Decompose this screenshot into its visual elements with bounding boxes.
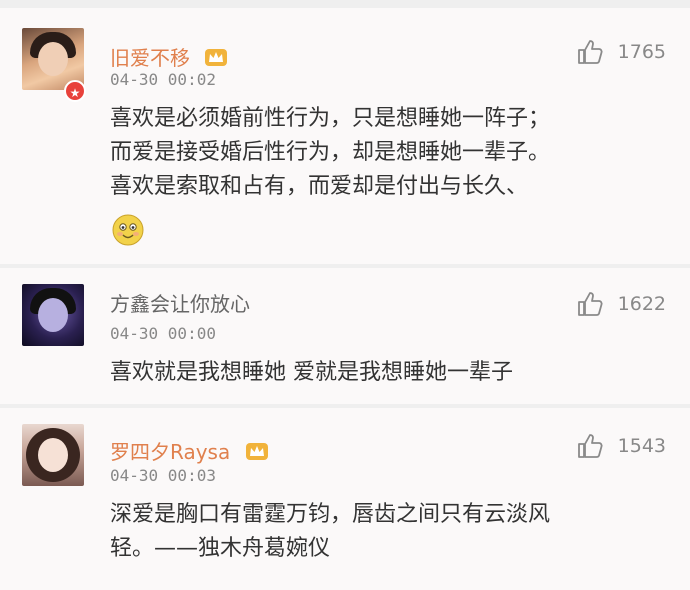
- comment-line: 喜欢就是我想睡她 爱就是我想睡她一辈子: [110, 360, 513, 385]
- comment-line: 喜欢是索取和占有，而爱却是付出与长久、: [110, 174, 529, 199]
- comment-line: 喜欢是必须婚前性行为，只是想睡她一阵子；: [110, 106, 551, 131]
- comment-line: 轻。——独木舟葛婉仪: [110, 536, 331, 561]
- comment-timestamp: 04-30 00:03: [110, 466, 216, 485]
- comment-timestamp: 04-30 00:00: [110, 324, 216, 343]
- comment-timestamp: 04-30 00:02: [110, 70, 216, 89]
- comment-feed: ★ 旧爱不移 04-30 00:02 1765 喜欢是必须婚前性行为，只是想睡她…: [0, 0, 690, 590]
- username-text[interactable]: 旧爱不移: [110, 46, 190, 70]
- comment-item: 方鑫会让你放心 04-30 00:00 1622 喜欢就是我想睡她 爱就是我想睡…: [0, 268, 690, 404]
- thumbs-up-icon: [577, 292, 603, 316]
- username[interactable]: 旧爱不移: [110, 42, 228, 71]
- comment-item: ★ 旧爱不移 04-30 00:02 1765 喜欢是必须婚前性行为，只是想睡她…: [0, 8, 690, 264]
- like-button[interactable]: 1543: [576, 432, 666, 460]
- like-count: 1543: [617, 435, 666, 457]
- username-text[interactable]: 方鑫会让你放心: [110, 292, 250, 316]
- avatar-face: [38, 438, 68, 472]
- avatar-face: [38, 42, 68, 76]
- comment-line: 而爱是接受婚后性行为，却是想睡她一辈子。: [110, 140, 551, 165]
- like-count: 1765: [617, 41, 666, 63]
- crown-icon: [205, 49, 228, 66]
- comment-item: 罗四夕Raysa 04-30 00:03 1543 深爱是胸口有雷霆万钧，唇齿之…: [0, 408, 690, 590]
- avatar[interactable]: [22, 284, 84, 346]
- avatar[interactable]: [22, 424, 84, 486]
- crown-icon: [245, 443, 268, 460]
- avatar-face: [38, 298, 68, 332]
- comment-text: 深爱是胸口有雷霆万钧，唇齿之间只有云淡风 轻。——独木舟葛婉仪: [110, 498, 660, 566]
- comment-text: 喜欢就是我想睡她 爱就是我想睡她一辈子: [110, 356, 660, 390]
- username[interactable]: 罗四夕Raysa: [110, 436, 269, 465]
- verified-badge-icon: ★: [64, 80, 86, 102]
- thumbs-up-icon: [577, 434, 603, 458]
- smile-emoji-icon: [112, 214, 144, 246]
- like-count: 1622: [617, 293, 666, 315]
- like-button[interactable]: 1622: [576, 290, 666, 318]
- like-button[interactable]: 1765: [576, 38, 666, 66]
- username-text[interactable]: 罗四夕Raysa: [110, 440, 230, 464]
- comment-text: 喜欢是必须婚前性行为，只是想睡她一阵子； 而爱是接受婚后性行为，却是想睡她一辈子…: [110, 102, 660, 204]
- comment-line: 深爱是胸口有雷霆万钧，唇齿之间只有云淡风: [110, 502, 551, 527]
- username[interactable]: 方鑫会让你放心: [110, 288, 250, 317]
- thumbs-up-icon: [577, 40, 603, 64]
